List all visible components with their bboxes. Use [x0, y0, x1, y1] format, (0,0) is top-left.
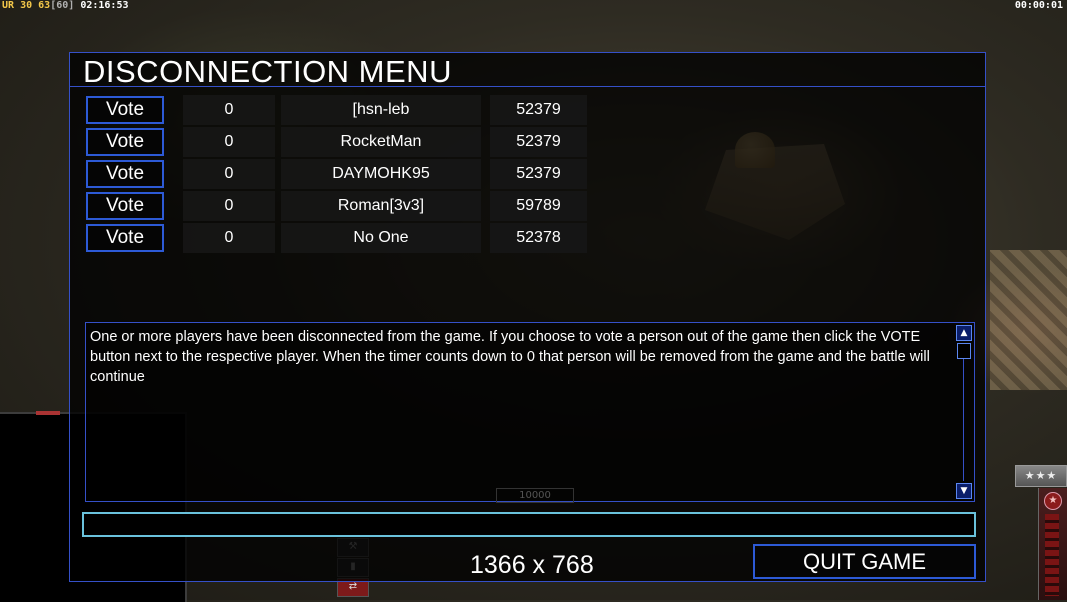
star-badge-icon: ★ — [1044, 492, 1062, 510]
vote-button[interactable]: Vote — [86, 160, 164, 188]
player-vote-count: 0 — [183, 127, 275, 157]
player-row: Vote 0 DAYMOHK95 52379 — [85, 159, 595, 189]
dialog-title-bar: DISCONNECTION MENU — [70, 53, 985, 89]
player-ping: 52379 — [490, 127, 587, 157]
rank-stars: ★★★ — [1015, 465, 1067, 487]
hud-fps-readout: UR 30 63[60] 02:16:53 — [2, 0, 129, 11]
hud-fps-other: 63 — [38, 0, 51, 11]
player-name: Roman[3v3] — [281, 191, 481, 221]
chat-input[interactable] — [82, 512, 976, 537]
quit-game-button[interactable]: QUIT GAME — [753, 544, 976, 579]
vote-button[interactable]: Vote — [86, 96, 164, 124]
player-row: Vote 0 No One 52378 — [85, 223, 595, 253]
dialog-title: DISCONNECTION MENU — [83, 54, 452, 89]
power-panel: ★ — [1038, 488, 1067, 600]
player-vote-count: 0 — [183, 95, 275, 125]
player-row: Vote 0 Roman[3v3] 59789 — [85, 191, 595, 221]
hud-ur-label: UR — [2, 0, 15, 11]
scroll-track[interactable] — [963, 359, 964, 481]
player-vote-count: 0 — [183, 191, 275, 221]
power-meter — [1045, 514, 1059, 596]
player-ping: 52379 — [490, 95, 587, 125]
player-vote-count: 0 — [183, 223, 275, 253]
hud-timer: 00:00:01 — [1014, 0, 1063, 11]
hud-fps-cap: [60] — [50, 0, 75, 11]
player-vote-count: 0 — [183, 159, 275, 189]
player-name: No One — [281, 223, 481, 253]
player-name: RocketMan — [281, 127, 481, 157]
game-city-blocks — [990, 250, 1067, 390]
scroll-thumb[interactable] — [957, 343, 971, 359]
scroll-up-icon[interactable]: ▲ — [956, 325, 972, 341]
scroll-down-icon[interactable]: ▼ — [956, 483, 972, 499]
radar-indicator — [36, 411, 60, 415]
vote-button[interactable]: Vote — [86, 192, 164, 220]
disconnection-dialog: DISCONNECTION MENU Vote 0 [hsn-leb 52379… — [69, 52, 986, 582]
hud-game-time: 02:16:53 — [80, 0, 129, 11]
message-box: One or more players have been disconnect… — [85, 322, 975, 502]
player-ping: 52379 — [490, 159, 587, 189]
player-row: Vote 0 RocketMan 52379 — [85, 127, 595, 157]
message-scrollbar[interactable]: ▲ ▼ — [956, 325, 972, 499]
vote-button[interactable]: Vote — [86, 224, 164, 252]
player-name: DAYMOHK95 — [281, 159, 481, 189]
player-ping: 59789 — [490, 191, 587, 221]
hud-fps-value: 30 — [20, 0, 33, 11]
player-ping: 52378 — [490, 223, 587, 253]
player-row: Vote 0 [hsn-leb 52379 — [85, 95, 595, 125]
vote-button[interactable]: Vote — [86, 128, 164, 156]
disconnect-message: One or more players have been disconnect… — [90, 329, 930, 385]
player-name: [hsn-leb — [281, 95, 481, 125]
resolution-watermark: 1366 x 768 — [470, 551, 594, 579]
background-money-readout: 10000 — [496, 488, 574, 503]
